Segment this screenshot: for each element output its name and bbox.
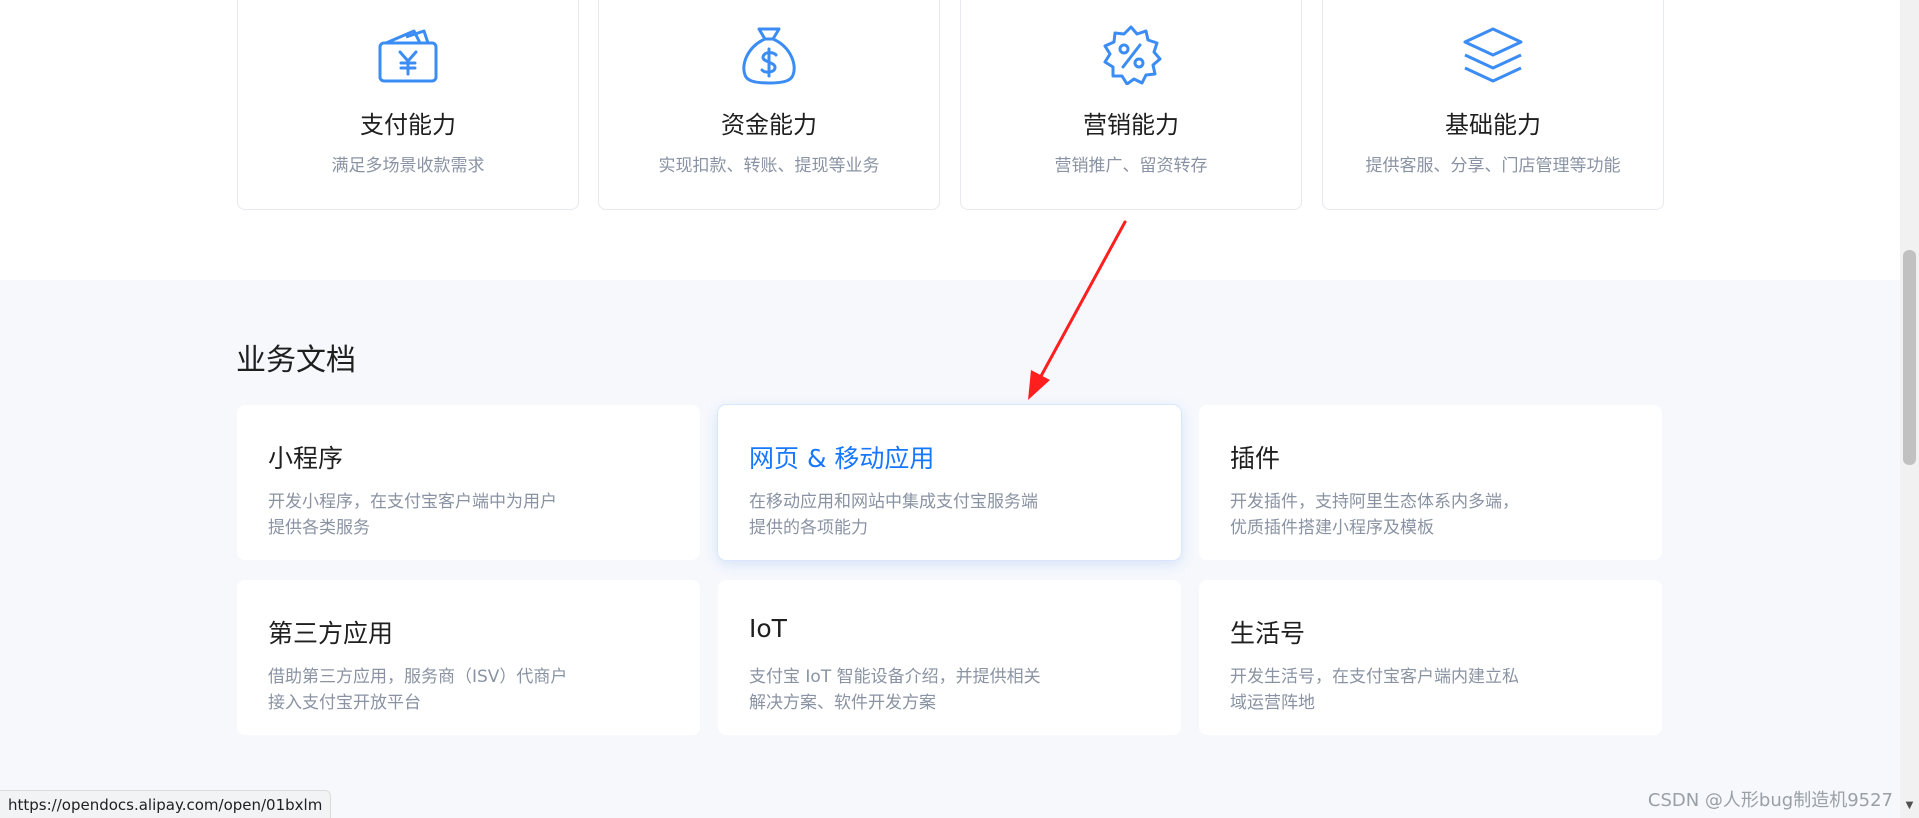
- scroll-down-arrow-icon[interactable]: ▼: [1903, 800, 1916, 814]
- doc-card-title: 第三方应用: [268, 619, 394, 648]
- capabilities-section: 支付能力 满足多场景收款需求 资金能力 实现扣款、转账、提现等业务 营销能力 营…: [0, 0, 1900, 280]
- doc-card-mini-program[interactable]: 小程序 开发小程序，在支付宝客户端中为用户提供各类服务: [237, 405, 700, 560]
- doc-card-desc: 支付宝 IoT 智能设备介绍，并提供相关解决方案、软件开发方案: [749, 667, 1041, 713]
- doc-card-desc: 开发插件，支持阿里生态体系内多端，优质插件搭建小程序及模板: [1230, 492, 1519, 538]
- capability-title: 营销能力: [1083, 111, 1179, 139]
- status-bar-url: https://opendocs.alipay.com/open/01bxlm: [0, 790, 332, 818]
- percent-badge-icon: [1103, 25, 1162, 85]
- doc-card-title: 网页 & 移动应用: [749, 444, 935, 473]
- capability-card-marketing[interactable]: 营销能力 营销推广、留资转存: [960, 0, 1302, 210]
- capability-card-basic[interactable]: 基础能力 提供客服、分享、门店管理等功能: [1322, 0, 1664, 210]
- capability-title: 支付能力: [360, 111, 456, 139]
- capability-desc: 提供客服、分享、门店管理等功能: [1365, 156, 1621, 176]
- capability-card-payment[interactable]: 支付能力 满足多场景收款需求: [237, 0, 579, 210]
- money-bag-dollar-icon: [742, 27, 796, 85]
- doc-card-iot[interactable]: IoT 支付宝 IoT 智能设备介绍，并提供相关解决方案、软件开发方案: [718, 580, 1181, 735]
- doc-card-third-party-app[interactable]: 第三方应用 借助第三方应用，服务商（ISV）代商户接入支付宝开放平台: [237, 580, 700, 735]
- capability-desc: 实现扣款、转账、提现等业务: [658, 156, 880, 176]
- doc-card-desc: 借助第三方应用，服务商（ISV）代商户接入支付宝开放平台: [268, 667, 568, 713]
- doc-card-web-mobile-app[interactable]: 网页 & 移动应用 在移动应用和网站中集成支付宝服务端提供的各项能力: [718, 405, 1181, 560]
- doc-card-desc: 开发小程序，在支付宝客户端中为用户提供各类服务: [268, 492, 557, 538]
- doc-card-title: 小程序: [268, 444, 344, 473]
- doc-card-plugin[interactable]: 插件 开发插件，支持阿里生态体系内多端，优质插件搭建小程序及模板: [1199, 405, 1662, 560]
- doc-card-life-account[interactable]: 生活号 开发生活号，在支付宝客户端内建立私域运营阵地: [1199, 580, 1662, 735]
- capability-desc: 营销推广、留资转存: [1054, 156, 1208, 176]
- capability-title: 资金能力: [721, 111, 817, 139]
- doc-card-title: IoT: [749, 614, 787, 643]
- doc-card-desc: 在移动应用和网站中集成支付宝服务端提供的各项能力: [749, 492, 1038, 538]
- layers-icon: [1463, 27, 1523, 83]
- doc-card-desc: 开发生活号，在支付宝客户端内建立私域运营阵地: [1230, 667, 1519, 713]
- doc-card-title: 生活号: [1230, 619, 1306, 648]
- watermark: CSDN @人形bug制造机9527: [1647, 790, 1893, 811]
- capability-card-funds[interactable]: 资金能力 实现扣款、转账、提现等业务: [598, 0, 940, 210]
- capability-title: 基础能力: [1445, 111, 1541, 139]
- wallet-yuan-icon: [378, 29, 438, 83]
- doc-card-title: 插件: [1230, 444, 1281, 473]
- section-title: 业务文档: [236, 343, 356, 378]
- capability-desc: 满足多场景收款需求: [331, 156, 485, 176]
- scrollbar-thumb[interactable]: [1903, 250, 1916, 465]
